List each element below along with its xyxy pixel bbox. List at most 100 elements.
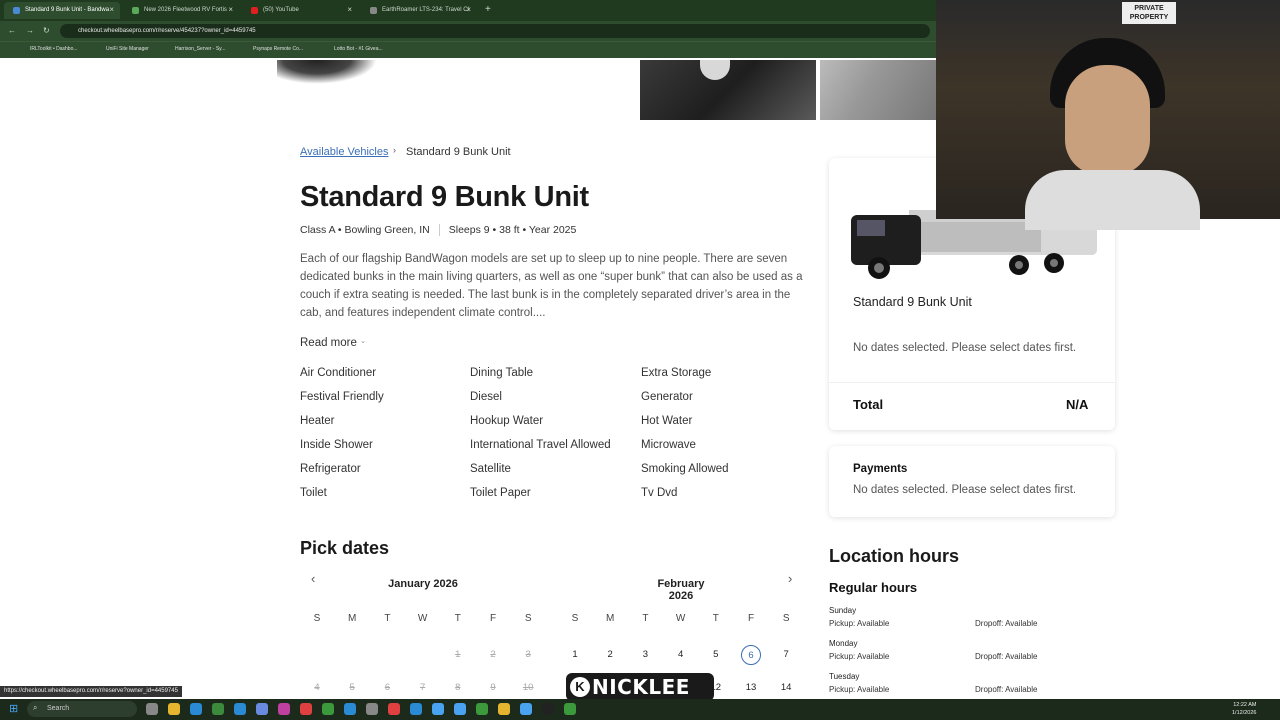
hero-image-exterior[interactable] [820,60,936,120]
listing-meta: Class A • Bowling Green, IN Sleeps 9 • 38… [300,224,577,237]
calendar-day[interactable]: 4 [671,649,691,660]
hours-day: Tuesday [829,672,860,681]
taskbar-app-icon[interactable] [168,703,180,715]
tab-favicon-icon [251,7,258,14]
windows-start-icon[interactable]: ⊞ [9,702,18,715]
weekday-header: W [675,613,686,624]
next-month-icon[interactable]: › [788,571,792,586]
hours-dropoff: Dropoff: Available [975,619,1038,628]
calendar-day: 4 [314,682,320,693]
page-title: Standard 9 Bunk Unit [300,181,589,213]
tab-favicon-icon [132,7,139,14]
regular-hours-heading: Regular hours [829,580,918,595]
taskbar-app-icon[interactable] [300,703,312,715]
calendar-day: 9 [490,682,496,693]
tab-title: Standard 9 Bunk Unit - Bandwa [25,7,110,13]
forward-icon[interactable]: → [26,26,34,35]
amenity-item: Air Conditioner [300,367,377,379]
location-hours-heading: Location hours [829,546,959,566]
bookmark-item[interactable]: Psynaps Remote Co... [253,46,303,52]
taskbar-app-icon[interactable] [344,703,356,715]
summary-divider [829,382,1115,383]
breadcrumb-available-vehicles[interactable]: Available Vehicles [300,146,388,158]
prev-month-icon[interactable]: ‹ [311,571,315,586]
amenity-item: Hot Water [641,415,693,427]
weekday-header: F [489,613,497,624]
taskbar-app-icon[interactable] [190,703,202,715]
taskbar-app-icon[interactable] [388,703,400,715]
taskbar-app-icon[interactable] [410,703,422,715]
calendar-month-label: February 2026 [657,578,705,602]
taskbar-app-icon[interactable] [498,703,510,715]
tab-close-icon[interactable]: × [347,5,352,14]
hours-dropoff: Dropoff: Available [975,652,1038,661]
weekday-header: S [571,613,579,624]
meta-divider [438,224,440,237]
calendar-day-selected[interactable]: 6 [741,645,761,665]
tab-title: New 2026 Fleetwood RV Fortis [144,7,227,13]
tab-title: (50) YouTube [263,7,299,13]
bookmark-item[interactable]: Lotto Bot - #1 Givea... [334,46,383,52]
read-more-button[interactable]: Read more ⌄ [300,337,366,349]
webcam-sign: PRIVATE PROPERTY [1122,2,1176,24]
payments-card [829,446,1115,517]
total-value: N/A [1066,397,1089,412]
chevron-down-icon: ⌄ [360,338,366,345]
url-input[interactable]: checkout.wheelbasepro.com/r/reserve/4542… [60,24,930,38]
breadcrumb-separator-icon: › [393,145,396,155]
taskbar-app-icon[interactable] [564,703,576,715]
bookmark-item[interactable]: Harrison_Server - Sy... [175,46,225,52]
taskbar-app-icon[interactable] [366,703,378,715]
tab-close-icon[interactable]: × [466,5,471,14]
calendar-day[interactable]: 3 [635,649,655,660]
bookmark-item[interactable]: IRLToolkit • Dashbo... [30,46,78,52]
taskbar-app-icon[interactable] [146,703,158,715]
taskbar-app-icon[interactable] [476,703,488,715]
weekday-header: T [712,613,719,624]
weekday-header: W [417,613,428,624]
tab-2[interactable]: New 2026 Fleetwood RV Fortis × [123,2,239,19]
taskbar-app-icon[interactable] [542,703,554,715]
calendar-day[interactable]: 14 [776,682,796,693]
calendar-day[interactable]: 5 [706,649,726,660]
tab-1[interactable]: Standard 9 Bunk Unit - Bandwa × [4,2,120,19]
taskbar-date: 1/12/2026 [1232,710,1257,716]
reload-icon[interactable]: ↻ [43,26,50,35]
tab-close-icon[interactable]: × [228,5,233,14]
tab-close-icon[interactable]: × [109,5,114,14]
taskbar-app-icon[interactable] [454,703,466,715]
calendar-day: 3 [525,649,531,660]
hours-pickup: Pickup: Available [829,685,890,694]
bookmark-item[interactable]: UniFi Site Manager [106,46,149,52]
hours-day: Monday [829,639,858,648]
weekday-header: T [384,613,391,624]
calendar-day[interactable]: 7 [776,649,796,660]
calendar-month-label: January 2026 [388,578,458,590]
meta-specs: Sleeps 9 • 38 ft • Year 2025 [448,224,577,236]
stream-logo-k-icon: K [570,677,590,697]
calendar-day: 10 [522,682,534,693]
taskbar-app-icon[interactable] [278,703,290,715]
tab-favicon-icon [13,7,20,14]
taskbar-app-icon[interactable] [322,703,334,715]
taskbar-app-icon[interactable] [432,703,444,715]
calendar-day: 1 [455,649,461,660]
tab-4[interactable]: EarthRoamer LTS-234: Travel Cl × [361,2,477,19]
calendar-day[interactable]: 2 [600,649,620,660]
read-more-label: Read more [300,337,357,349]
calendar-day[interactable]: 13 [741,682,761,693]
taskbar-app-icon[interactable] [256,703,268,715]
calendar-day[interactable]: 1 [565,649,585,660]
tab-3[interactable]: (50) YouTube × [242,2,358,19]
calendar-day: 5 [349,682,355,693]
taskbar-time: 12:22 AM [1233,702,1257,708]
calendar-day: 6 [384,682,391,693]
back-icon[interactable]: ← [8,26,16,35]
taskbar-search-input[interactable]: Search [27,701,137,717]
new-tab-button[interactable]: + [485,4,491,15]
amenity-item: Generator [641,391,693,403]
taskbar-app-icon[interactable] [212,703,224,715]
weekday-header: S [782,613,790,624]
taskbar-app-icon[interactable] [234,703,246,715]
taskbar-app-icon[interactable] [520,703,532,715]
